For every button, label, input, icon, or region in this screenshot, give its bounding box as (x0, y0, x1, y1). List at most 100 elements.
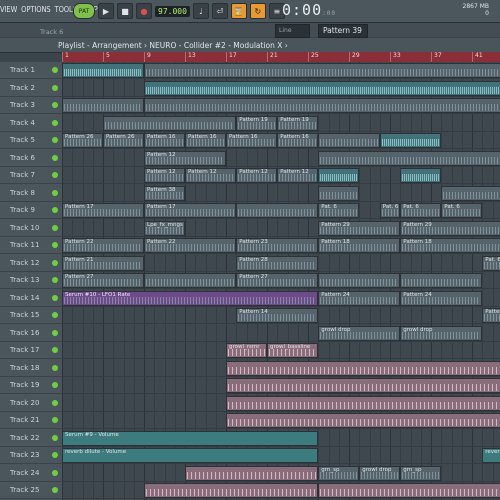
track-header[interactable]: Track 6 (0, 150, 62, 167)
track-header[interactable]: Track 14 (0, 290, 62, 307)
track-mute-led[interactable] (52, 347, 58, 353)
track-mute-led[interactable] (52, 417, 58, 423)
track-header[interactable]: Track 1 (0, 62, 62, 79)
clip[interactable]: Pattern 16 (226, 133, 278, 148)
menu-options[interactable]: OPTIONS (21, 5, 51, 14)
metronome-icon[interactable]: ♩ (192, 3, 209, 19)
track-lane[interactable] (62, 185, 500, 202)
clip[interactable]: grn_sp (400, 465, 442, 481)
clip[interactable] (103, 115, 237, 131)
track-mute-led[interactable] (52, 382, 58, 388)
countdown-icon[interactable]: ⌛ (230, 3, 247, 19)
clip[interactable]: Pattern 21 (62, 255, 144, 271)
track-mute-led[interactable] (52, 154, 58, 161)
track-mute-led[interactable] (52, 312, 58, 318)
timeline-ruler[interactable]: 1 5 9 13 17 21 25 29 33 37 41 (62, 52, 500, 62)
clip[interactable]: Pat. 6 (379, 203, 401, 218)
track-mute-led[interactable] (52, 207, 58, 213)
clip[interactable] (318, 133, 380, 148)
track-header[interactable]: Track 19 (0, 377, 62, 394)
clip[interactable] (226, 413, 500, 428)
track-header[interactable]: Track 9 (0, 202, 62, 219)
track-mute-led[interactable] (52, 67, 58, 73)
clip[interactable]: Pattern 12 (236, 168, 278, 183)
clip[interactable]: Pattern 22 (144, 238, 237, 253)
clip[interactable]: Pattern 27 (62, 273, 144, 288)
clip[interactable] (144, 273, 237, 288)
clip[interactable]: Pattern 26 (62, 133, 103, 148)
clip[interactable]: Pattern 19 (236, 115, 278, 131)
song-time-display[interactable]: 0:00:00 (282, 1, 336, 19)
track-mute-led[interactable] (52, 224, 58, 231)
track-header[interactable]: Track 20 (0, 395, 62, 412)
clip[interactable]: Pattern 17 (144, 203, 237, 218)
clip[interactable] (144, 63, 500, 78)
clip[interactable] (318, 185, 360, 201)
clip[interactable] (144, 80, 500, 96)
clip[interactable]: Pattern 16 (277, 133, 319, 148)
clip[interactable] (318, 168, 360, 183)
clip[interactable] (236, 203, 319, 218)
clip[interactable]: Pat. 6 (400, 203, 442, 218)
track-header[interactable]: Track 21 (0, 412, 62, 429)
clip[interactable] (226, 395, 500, 411)
tempo-display[interactable]: 97.000 (155, 5, 190, 17)
track-mute-led[interactable] (52, 259, 58, 266)
clip[interactable]: Pat. 6 (482, 255, 500, 271)
clip[interactable]: reverb dilute - Volume (62, 448, 319, 463)
clip[interactable]: growl_rsmr (226, 343, 267, 358)
clip[interactable]: growl drop (400, 325, 483, 341)
clip[interactable]: Pattern 22 (62, 238, 144, 253)
clip[interactable] (62, 98, 144, 113)
clip[interactable] (379, 133, 442, 148)
track-mute-led[interactable] (52, 189, 58, 196)
clip[interactable]: Pattern 16 (185, 133, 226, 148)
track-header[interactable]: Track 25 (0, 482, 62, 499)
track-mute-led[interactable] (52, 242, 58, 248)
clip[interactable] (226, 378, 500, 393)
clip[interactable]: Pattern 14 (236, 308, 319, 323)
track-mute-led[interactable] (52, 277, 58, 283)
track-mute-led[interactable] (52, 172, 58, 178)
clip[interactable]: Pattern 12 (185, 168, 237, 183)
clip[interactable]: grn_sp (318, 465, 360, 481)
record-button[interactable]: ● (136, 3, 152, 19)
clip[interactable]: Serum #9 - Volume (62, 430, 319, 446)
track-header[interactable]: Track 15 (0, 307, 62, 324)
track-mute-led[interactable] (52, 487, 58, 493)
clip[interactable] (400, 168, 442, 183)
clip[interactable]: Pattern 23 (236, 238, 319, 253)
track-header[interactable]: Track 13 (0, 272, 62, 289)
clip[interactable]: Pat. 6 (441, 203, 483, 218)
clip[interactable]: Pattern 29 (318, 220, 401, 236)
track-mute-led[interactable] (52, 294, 58, 301)
stop-button[interactable]: ■ (117, 3, 133, 19)
clip[interactable] (318, 150, 500, 166)
clip[interactable]: Pattern 14 (482, 308, 500, 323)
track-header[interactable]: Track 10 (0, 220, 62, 237)
track-header[interactable]: Track 8 (0, 185, 62, 202)
track-header[interactable]: Track 4 (0, 115, 62, 132)
track-mute-led[interactable] (52, 434, 58, 441)
track-header[interactable]: Track 5 (0, 132, 62, 149)
track-mute-led[interactable] (52, 102, 58, 108)
clip[interactable]: Serum #10 - LFO1 Rate (62, 290, 319, 306)
clip[interactable]: Pattern 38 (144, 185, 185, 201)
track-mute-led[interactable] (52, 119, 58, 126)
clip[interactable]: Pattern 24 (318, 290, 401, 306)
clip[interactable]: Pattern 19 (277, 115, 319, 131)
play-button[interactable]: ▶ (98, 3, 114, 19)
clip[interactable]: Pattern 17 (62, 203, 144, 218)
clip[interactable]: growl drop (359, 465, 401, 481)
track-header[interactable]: Track 2 (0, 80, 62, 97)
clip[interactable]: Pat. 6 (318, 203, 360, 218)
menu-view[interactable]: VIEW (0, 5, 17, 14)
clip[interactable] (62, 63, 144, 78)
clip[interactable] (144, 98, 500, 113)
clip[interactable] (185, 465, 319, 481)
track-mute-led[interactable] (52, 137, 58, 143)
clip[interactable] (144, 483, 319, 498)
track-header[interactable]: Track 3 (0, 97, 62, 114)
clip[interactable]: Pattern 18 (400, 238, 500, 253)
clip[interactable]: growl drop (318, 325, 401, 341)
